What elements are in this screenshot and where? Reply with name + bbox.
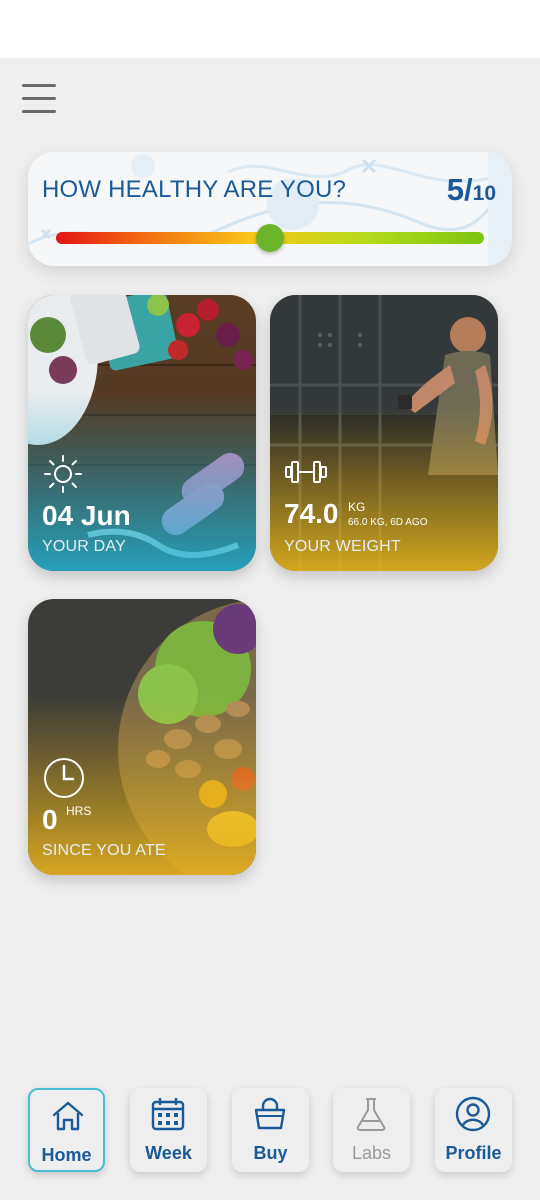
nav-labs[interactable]: Labs: [333, 1088, 410, 1172]
day-label: YOUR DAY: [42, 538, 126, 555]
clock-icon: [44, 758, 84, 798]
health-slider[interactable]: [56, 224, 484, 252]
weight-value: 74.0: [284, 498, 339, 529]
sun-icon: [44, 455, 82, 493]
health-score-card[interactable]: HOW HEALTHY ARE YOU? 5/10: [28, 152, 512, 266]
nav-home-label: Home: [41, 1145, 92, 1165]
calendar-icon: [151, 1098, 185, 1131]
nav-profile-label: Profile: [445, 1143, 502, 1163]
nav-week[interactable]: Week: [130, 1088, 207, 1172]
app-content: HOW HEALTHY ARE YOU? 5/10 04 Jun YOUR DA…: [0, 58, 540, 1200]
nav-buy-label: Buy: [253, 1143, 288, 1163]
status-bar: [0, 0, 540, 58]
weight-previous: 66.0 KG, 6D AGO: [348, 517, 428, 528]
your-weight-tile[interactable]: 74.0 KG 66.0 KG, 6D AGO YOUR WEIGHT: [270, 295, 498, 571]
health-score-max: 10: [472, 182, 496, 205]
health-slider-thumb[interactable]: [256, 224, 284, 252]
hours-unit: HRS: [66, 804, 92, 818]
weight-unit: KG: [348, 500, 366, 514]
nav-week-label: Week: [145, 1143, 192, 1163]
since-you-ate-tile[interactable]: 0 HRS SINCE YOU ATE: [28, 599, 256, 875]
home-icon: [52, 1101, 84, 1131]
day-date: 04 Jun: [42, 500, 131, 531]
user-profile-icon: [455, 1096, 491, 1132]
nav-home[interactable]: Home: [28, 1088, 105, 1172]
salad-bowl-image: [28, 599, 256, 875]
health-card-title: HOW HEALTHY ARE YOU?: [42, 176, 347, 203]
flask-icon: [356, 1098, 386, 1131]
nav-profile[interactable]: Profile: [435, 1088, 512, 1172]
since-you-ate-label: SINCE YOU ATE: [42, 842, 166, 859]
nav-buy[interactable]: Buy: [232, 1088, 309, 1172]
hours-since-meal: 0: [42, 804, 58, 835]
health-score-number: 5/: [446, 172, 473, 207]
hamburger-menu-icon[interactable]: [22, 84, 56, 114]
health-score-value: 5/10: [447, 172, 496, 208]
dumbbell-icon: [285, 461, 327, 483]
nav-labs-label: Labs: [351, 1143, 392, 1163]
shopping-basket-icon: [254, 1097, 286, 1130]
weight-label: YOUR WEIGHT: [284, 538, 401, 555]
your-day-tile[interactable]: 04 Jun YOUR DAY: [28, 295, 256, 571]
